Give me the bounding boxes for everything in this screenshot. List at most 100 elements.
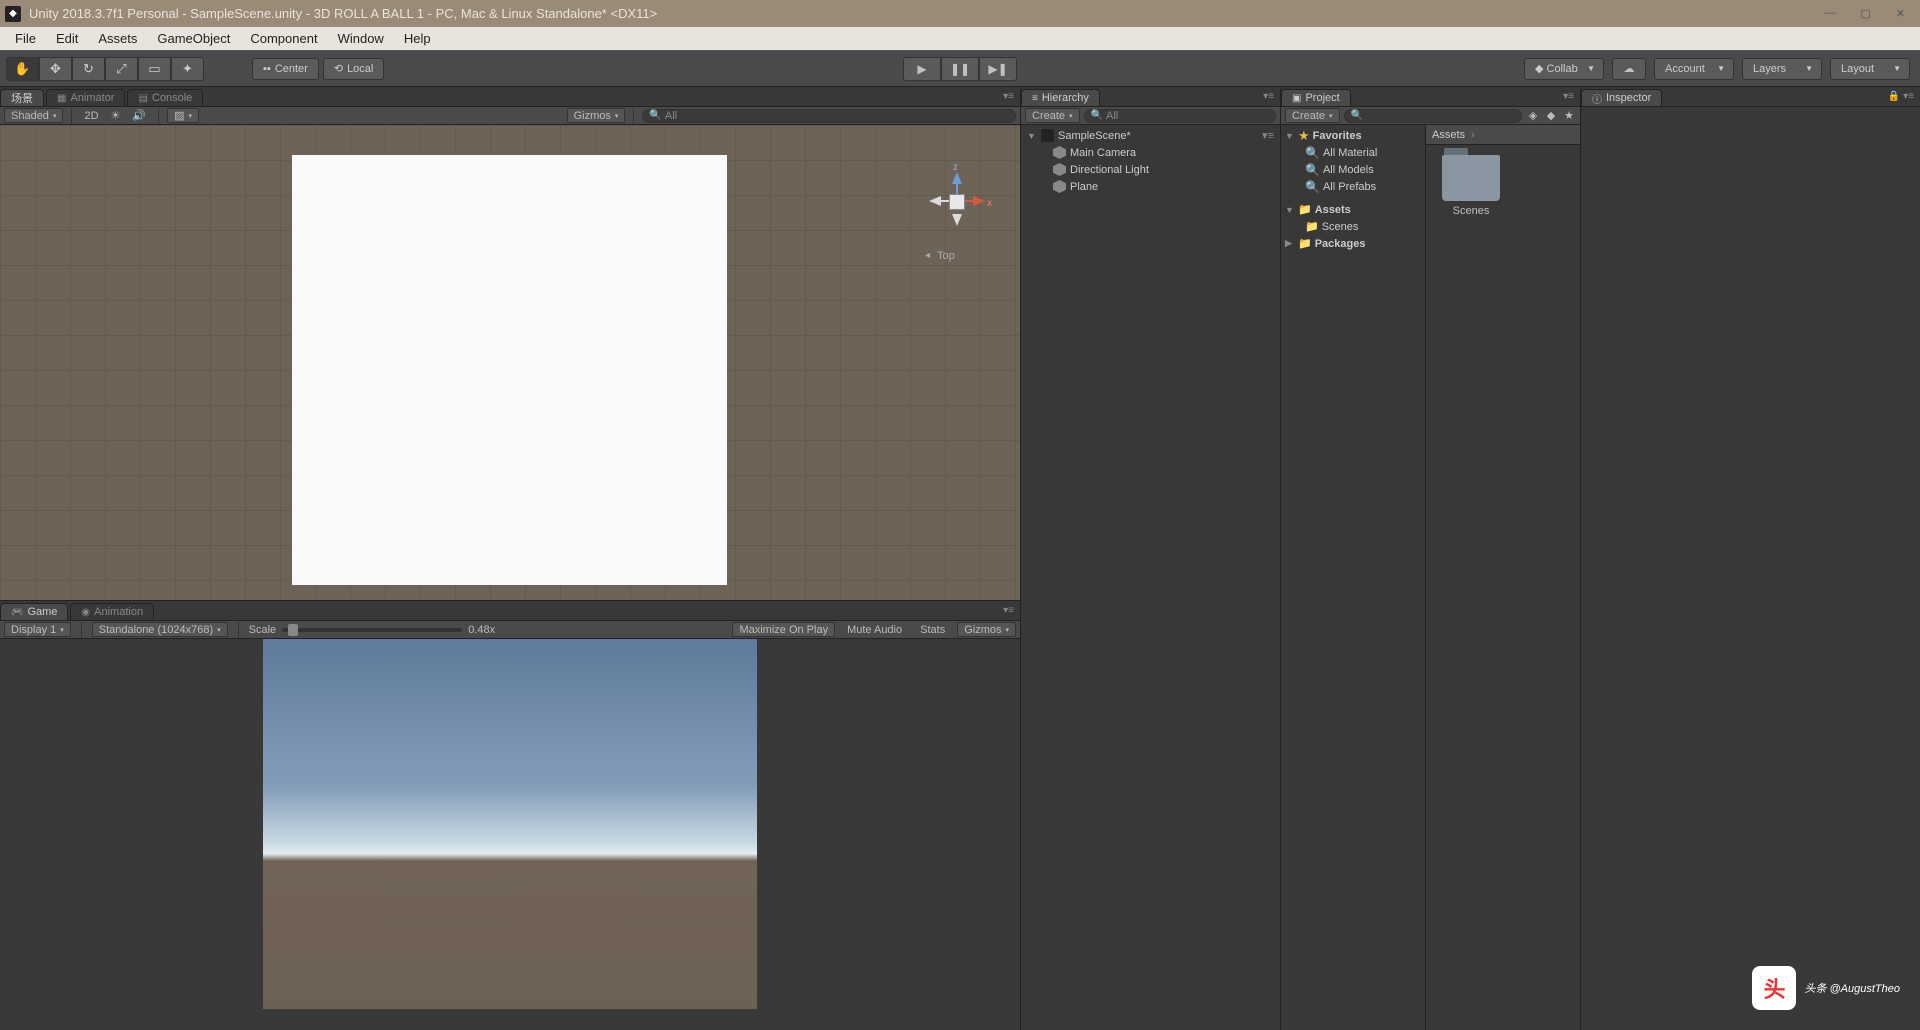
game-gizmos-dropdown[interactable]: Gizmos▾: [957, 622, 1016, 637]
tab-project[interactable]: ▣Project: [1281, 89, 1351, 106]
step-button[interactable]: ▶❚: [979, 57, 1017, 81]
hand-tool-button[interactable]: ✋: [6, 57, 39, 81]
project-tree: ▼★Favorites 🔍All Material 🔍All Models 🔍A…: [1281, 125, 1426, 1030]
game-scale-slider[interactable]: [282, 628, 462, 632]
menu-window[interactable]: Window: [328, 28, 394, 49]
scene-view[interactable]: z x ◂ Top: [0, 125, 1020, 600]
hierarchy-item-light[interactable]: Directional Light: [1021, 161, 1280, 178]
project-save-search-button[interactable]: ★: [1562, 109, 1576, 123]
game-panel-menu[interactable]: ▾≡: [997, 601, 1020, 620]
project-folder-scenes[interactable]: Scenes: [1436, 155, 1506, 217]
tab-inspector[interactable]: ⓘInspector: [1581, 89, 1662, 106]
handle-rotation-button[interactable]: ⟲Local: [323, 58, 385, 80]
menu-component[interactable]: Component: [240, 28, 327, 49]
project-breadcrumb[interactable]: Assets›: [1426, 125, 1580, 145]
menu-file[interactable]: File: [5, 28, 46, 49]
hierarchy-create-dropdown[interactable]: Create▾: [1025, 108, 1080, 123]
tab-hierarchy[interactable]: ≡Hierarchy: [1021, 89, 1100, 106]
tab-animation[interactable]: ◉Animation: [70, 603, 154, 620]
project-packages-header[interactable]: ▶📁Packages: [1281, 235, 1425, 252]
project-scenes-folder[interactable]: 📁Scenes: [1281, 218, 1425, 235]
scene-plane-object[interactable]: [292, 155, 727, 585]
move-tool-button[interactable]: ✥: [39, 57, 72, 81]
game-stats-toggle[interactable]: Stats: [914, 624, 951, 636]
scene-shading-dropdown[interactable]: Shaded▾: [4, 108, 63, 123]
project-icon: ▣: [1292, 93, 1301, 104]
project-panel-tabs: ▣Project ▾≡: [1281, 87, 1580, 107]
project-fav-prefabs[interactable]: 🔍All Prefabs: [1281, 178, 1425, 195]
gizmo-view-label[interactable]: Top: [937, 250, 955, 262]
expand-arrow-icon[interactable]: ▼: [1027, 131, 1037, 141]
close-button[interactable]: ✕: [1896, 7, 1905, 20]
rotate-tool-button[interactable]: ↻: [72, 57, 105, 81]
tab-console[interactable]: ▤Console: [127, 89, 203, 106]
project-create-dropdown[interactable]: Create▾: [1285, 108, 1340, 123]
hierarchy-search[interactable]: 🔍All: [1084, 109, 1276, 123]
menu-gameobject[interactable]: GameObject: [147, 28, 240, 49]
folder-icon: 📁: [1298, 237, 1312, 250]
project-filter-button[interactable]: ◈: [1526, 109, 1540, 123]
collab-dropdown[interactable]: ◆ Collab▼: [1524, 58, 1604, 80]
layout-dropdown[interactable]: Layout▼: [1830, 58, 1910, 80]
inspector-panel-tabs: ⓘInspector 🔒 ▾≡: [1581, 87, 1920, 107]
scene-options-icon[interactable]: ▾≡: [1262, 129, 1274, 142]
rect-tool-button[interactable]: ▭: [138, 57, 171, 81]
pivot-mode-button[interactable]: ▪▪Center: [252, 58, 319, 80]
play-controls: ▶ ❚❚ ▶❚: [903, 57, 1017, 81]
scale-tool-button[interactable]: ⤢: [105, 57, 138, 81]
cloud-button[interactable]: ☁: [1612, 58, 1646, 80]
console-icon: ▤: [138, 93, 147, 104]
local-icon: ⟲: [334, 62, 343, 75]
unity-logo-icon: ◆: [5, 6, 21, 22]
gizmo-negz-axis-icon[interactable]: [952, 214, 962, 226]
hierarchy-panel-tabs: ≡Hierarchy ▾≡: [1021, 87, 1280, 107]
scene-audio-toggle[interactable]: 🔊: [128, 109, 150, 122]
project-assets-header[interactable]: ▼📁Assets: [1281, 201, 1425, 218]
menu-assets[interactable]: Assets: [88, 28, 147, 49]
gizmo-z-axis-icon[interactable]: [952, 172, 962, 184]
account-dropdown[interactable]: Account▼: [1654, 58, 1734, 80]
menu-edit[interactable]: Edit: [46, 28, 88, 49]
scene-gizmos-dropdown[interactable]: Gizmos▾: [567, 108, 626, 123]
inspector-icon: ⓘ: [1592, 91, 1602, 106]
project-search[interactable]: 🔍: [1344, 109, 1522, 123]
play-button[interactable]: ▶: [903, 57, 941, 81]
menu-help[interactable]: Help: [394, 28, 441, 49]
transform-tool-button[interactable]: ✦: [171, 57, 204, 81]
game-display-dropdown[interactable]: Display 1▾: [4, 622, 71, 637]
gizmo-x-label: x: [987, 198, 992, 209]
hierarchy-item-camera[interactable]: Main Camera: [1021, 144, 1280, 161]
game-maximize-toggle[interactable]: Maximize On Play: [732, 622, 835, 637]
scene-panel-menu[interactable]: ▾≡: [997, 87, 1020, 106]
maximize-button[interactable]: ▢: [1860, 7, 1870, 20]
project-fav-models[interactable]: 🔍All Models: [1281, 161, 1425, 178]
inspector-panel-menu[interactable]: 🔒 ▾≡: [1882, 87, 1920, 106]
scene-search[interactable]: 🔍All: [642, 109, 1016, 123]
scene-2d-toggle[interactable]: 2D: [80, 110, 102, 122]
gizmo-negx-axis-icon[interactable]: [929, 196, 941, 206]
hierarchy-panel-menu[interactable]: ▾≡: [1257, 87, 1280, 106]
project-favorites-header[interactable]: ▼★Favorites: [1281, 127, 1425, 144]
tab-game[interactable]: 🎮Game: [0, 603, 68, 620]
layers-dropdown[interactable]: Layers▼: [1742, 58, 1822, 80]
scene-fx-dropdown[interactable]: ▨▾: [167, 108, 199, 123]
project-panel-menu[interactable]: ▾≡: [1557, 87, 1580, 106]
tab-scene[interactable]: 场景: [0, 89, 44, 106]
game-icon: 🎮: [11, 607, 23, 618]
center-icon: ▪▪: [263, 63, 271, 75]
hierarchy-item-plane[interactable]: Plane: [1021, 178, 1280, 195]
gizmo-x-axis-icon[interactable]: [973, 196, 985, 206]
scene-toolbar: Shaded▾ 2D ☀ 🔊 ▨▾ Gizmos▾ 🔍All: [0, 107, 1020, 125]
game-mute-toggle[interactable]: Mute Audio: [841, 624, 908, 636]
hierarchy-scene-row[interactable]: ▼ SampleScene* ▾≡: [1021, 127, 1280, 144]
gizmo-center-cube-icon[interactable]: [949, 194, 965, 210]
minimize-button[interactable]: —: [1824, 7, 1835, 20]
scene-lighting-toggle[interactable]: ☀: [107, 109, 125, 122]
pause-button[interactable]: ❚❚: [941, 57, 979, 81]
project-fav-materials[interactable]: 🔍All Material: [1281, 144, 1425, 161]
project-type-button[interactable]: ◆: [1544, 109, 1558, 123]
watermark: 头 头条 @AugustTheo: [1752, 966, 1900, 1010]
scene-orientation-gizmo[interactable]: z x ◂ Top: [915, 150, 995, 270]
game-aspect-dropdown[interactable]: Standalone (1024x768)▾: [92, 622, 228, 637]
tab-animator[interactable]: ▦Animator: [46, 89, 125, 106]
